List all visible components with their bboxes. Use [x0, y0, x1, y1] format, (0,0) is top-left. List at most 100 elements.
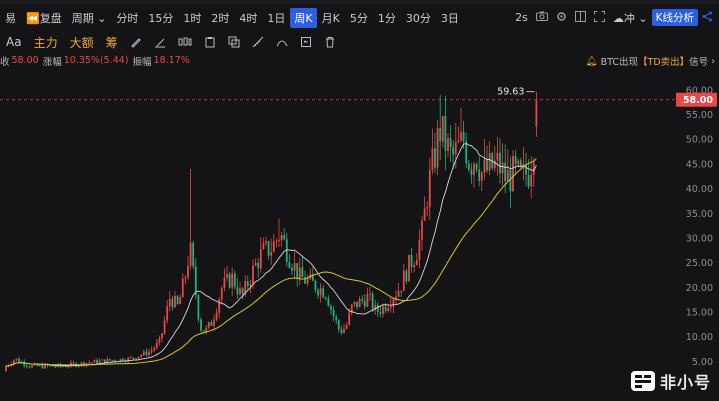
watermark-text: 非小号: [659, 373, 711, 392]
candle-body: [132, 357, 135, 359]
candle-body: [496, 152, 499, 161]
candle-body: [189, 242, 192, 266]
main-force-button[interactable]: 主力: [28, 34, 64, 51]
measure-icon[interactable]: [246, 36, 270, 48]
candle-body: [306, 278, 309, 284]
undo-icon[interactable]: [294, 36, 318, 48]
candle-body: [124, 361, 127, 363]
tf-5m[interactable]: 5分: [345, 10, 373, 26]
restore-button[interactable]: ⏪复盘: [21, 10, 67, 26]
tf-weekly[interactable]: 周K: [290, 7, 317, 28]
candle-body: [465, 141, 468, 164]
candle-body: [176, 296, 179, 305]
candle-body: [480, 172, 483, 181]
candle-body: [356, 301, 358, 308]
candle-body: [194, 266, 197, 295]
y-tick-label: 25.00: [686, 258, 713, 269]
candle-body: [408, 254, 410, 282]
candle-body: [18, 358, 20, 363]
arc-icon[interactable]: [270, 36, 294, 48]
y-tick-label: 30.00: [686, 233, 713, 244]
mode-dropdown[interactable]: ☁冲 ⌄: [609, 10, 652, 26]
tf-1h[interactable]: 1时: [178, 10, 206, 26]
candle-body: [267, 241, 270, 256]
candle-body: [254, 262, 257, 266]
period-dropdown[interactable]: 周期 ⌄: [67, 10, 112, 26]
compare-icon[interactable]: [571, 10, 590, 25]
candle-body: [241, 288, 244, 295]
candle-body: [517, 160, 520, 164]
candle-body: [41, 364, 44, 369]
candle-body: [220, 288, 223, 300]
tf-4h[interactable]: 4时: [234, 10, 262, 26]
camera-icon[interactable]: [532, 11, 552, 24]
candle-body: [270, 252, 273, 256]
tf-15m[interactable]: 15分: [143, 10, 178, 26]
candle-body: [213, 319, 215, 326]
candle-body: [353, 301, 356, 305]
candle-body: [330, 306, 332, 310]
candle-body: [335, 316, 338, 321]
chevron-right-icon: ›: [711, 55, 715, 67]
candle-body: [343, 328, 345, 333]
tf-monthly[interactable]: 月K: [317, 10, 345, 26]
interval-select[interactable]: 2s: [511, 11, 532, 24]
candle-body: [54, 366, 57, 368]
candle-body: [421, 220, 423, 240]
fullscreen-icon[interactable]: [590, 10, 609, 25]
candle-body: [187, 265, 189, 278]
font-button[interactable]: Aa: [0, 35, 28, 49]
candle-body: [145, 351, 148, 356]
candle-body: [168, 298, 171, 307]
signal-prefix: BTC出现: [600, 57, 639, 68]
candle-body: [473, 163, 475, 176]
candle-body: [291, 267, 293, 271]
candle-body: [493, 160, 496, 169]
pen-icon[interactable]: [124, 36, 148, 48]
candle-body: [288, 262, 291, 268]
trash-icon[interactable]: [318, 36, 342, 48]
gear-icon[interactable]: [552, 11, 571, 25]
y-tick-label: 50.00: [686, 135, 713, 146]
right-tools: 2s ☁冲 ⌄ K线分析: [511, 4, 717, 31]
large-order-button[interactable]: 大额: [64, 34, 100, 51]
candle-body: [535, 99, 538, 127]
chips-button[interactable]: 筹: [100, 34, 124, 51]
amplitude-value: 18.17%: [153, 55, 190, 66]
candle-body: [337, 320, 340, 330]
candle-tool-icon[interactable]: [172, 36, 198, 48]
candle-body: [158, 338, 161, 343]
kline-analysis-button[interactable]: K线分析: [651, 9, 698, 26]
candlestick-chart[interactable]: 60.0055.0050.0045.0040.0035.0030.0025.00…: [0, 68, 719, 401]
signal-banner[interactable]: 🔔︎ BTC出现 【TD卖出】 信号 ›: [586, 54, 715, 69]
candle-body: [423, 208, 426, 221]
copy-icon[interactable]: [222, 36, 246, 48]
y-tick-label: 5.00: [692, 357, 713, 368]
candle-body: [283, 235, 286, 240]
share-icon[interactable]: [698, 11, 717, 25]
toolbar-left-cut: 易: [5, 11, 16, 25]
tf-1m[interactable]: 1分: [373, 10, 401, 26]
candle-body: [530, 174, 533, 187]
candle-body: [475, 163, 478, 170]
candle-body: [210, 322, 213, 326]
y-tick-label: 10.00: [686, 332, 713, 343]
candle-body: [171, 298, 174, 308]
candle-body: [512, 155, 514, 192]
tf-1d[interactable]: 1日: [262, 10, 290, 26]
candle-body: [275, 240, 278, 242]
tf-3d[interactable]: 3日: [436, 10, 464, 26]
y-tick-label: 40.00: [686, 184, 713, 195]
tf-30m[interactable]: 30分: [401, 10, 436, 26]
candle-body: [454, 142, 457, 155]
tf-fenshi[interactable]: 分时: [111, 10, 143, 26]
tf-2h[interactable]: 2时: [206, 10, 234, 26]
eraser-icon[interactable]: [148, 36, 172, 48]
candle-body: [376, 304, 379, 313]
candle-body: [262, 243, 265, 250]
candle-body: [324, 297, 327, 299]
candle-body: [150, 350, 153, 352]
clipboard-icon[interactable]: [198, 36, 222, 48]
candle-body: [223, 277, 226, 289]
candle-body: [340, 329, 343, 333]
